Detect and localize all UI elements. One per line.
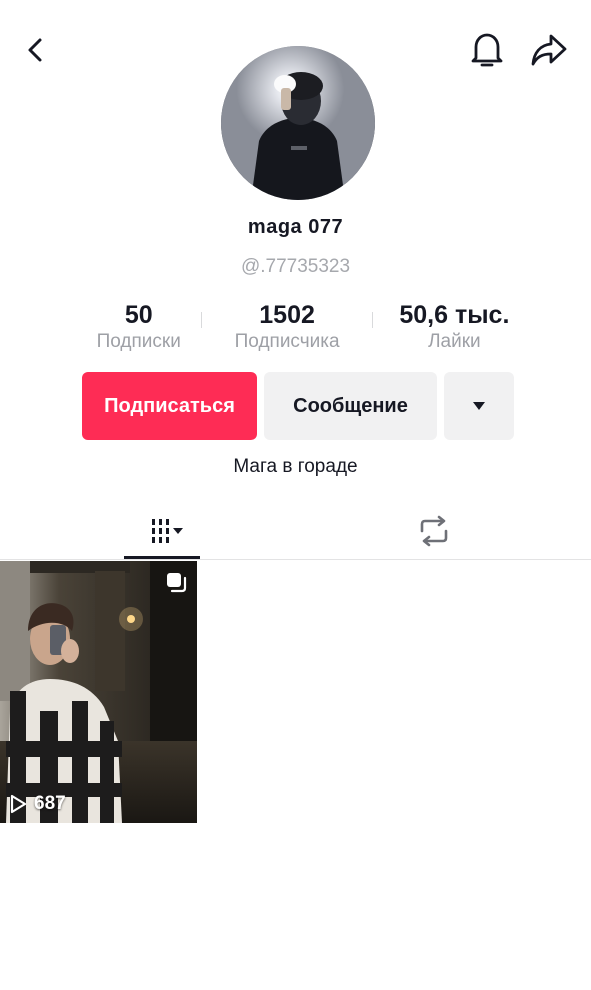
stat-followers-label: Подписчика [234,331,340,352]
avatar[interactable] [221,46,375,200]
stat-followers[interactable]: 1502 Подписчика [202,300,371,354]
stat-likes[interactable]: 50,6 тыс. Лайки [373,300,536,354]
follow-button[interactable]: Подписаться [82,372,257,440]
stat-followers-value: 1502 [259,301,315,329]
profile-username: @.77735323 [240,256,351,277]
view-count-text: 687 [34,793,66,814]
more-options-button[interactable] [444,372,514,440]
tabs-divider [0,559,591,560]
video-view-count: 687 [8,793,66,815]
share-arrow-icon [531,34,567,66]
stat-following-label: Подписки [96,331,181,352]
back-button[interactable] [14,28,58,72]
profile-nickname: maga 077 [247,216,344,238]
grid-icon [152,519,183,543]
stat-likes-label: Лайки [428,331,481,352]
stat-following[interactable]: 50 Подписки [76,300,201,354]
play-icon [10,794,27,814]
stat-following-value: 50 [124,301,153,329]
chevron-left-icon [28,38,42,62]
bell-icon [471,33,503,67]
tab-reposts[interactable] [396,505,472,557]
profile-screen: maga 077 @.77735323 50 Подписки 1502 Под… [0,0,591,990]
triangle-down-icon [473,402,485,410]
profile-bio: Мага в гораде [233,456,358,477]
video-thumbnail-image [0,561,197,823]
video-thumbnail[interactable]: 687 [0,561,197,823]
stat-likes-value: 50,6 тыс. [399,301,510,329]
notification-button[interactable] [465,28,509,72]
avatar-photo [221,46,375,200]
tab-videos[interactable] [124,505,200,559]
profile-stats: 50 Подписки 1502 Подписчика 50,6 тыс. Ла… [76,300,536,356]
pinned-icon [167,573,187,593]
message-button[interactable]: Сообщение [264,372,437,440]
share-button[interactable] [527,28,571,72]
repost-icon [420,515,448,547]
